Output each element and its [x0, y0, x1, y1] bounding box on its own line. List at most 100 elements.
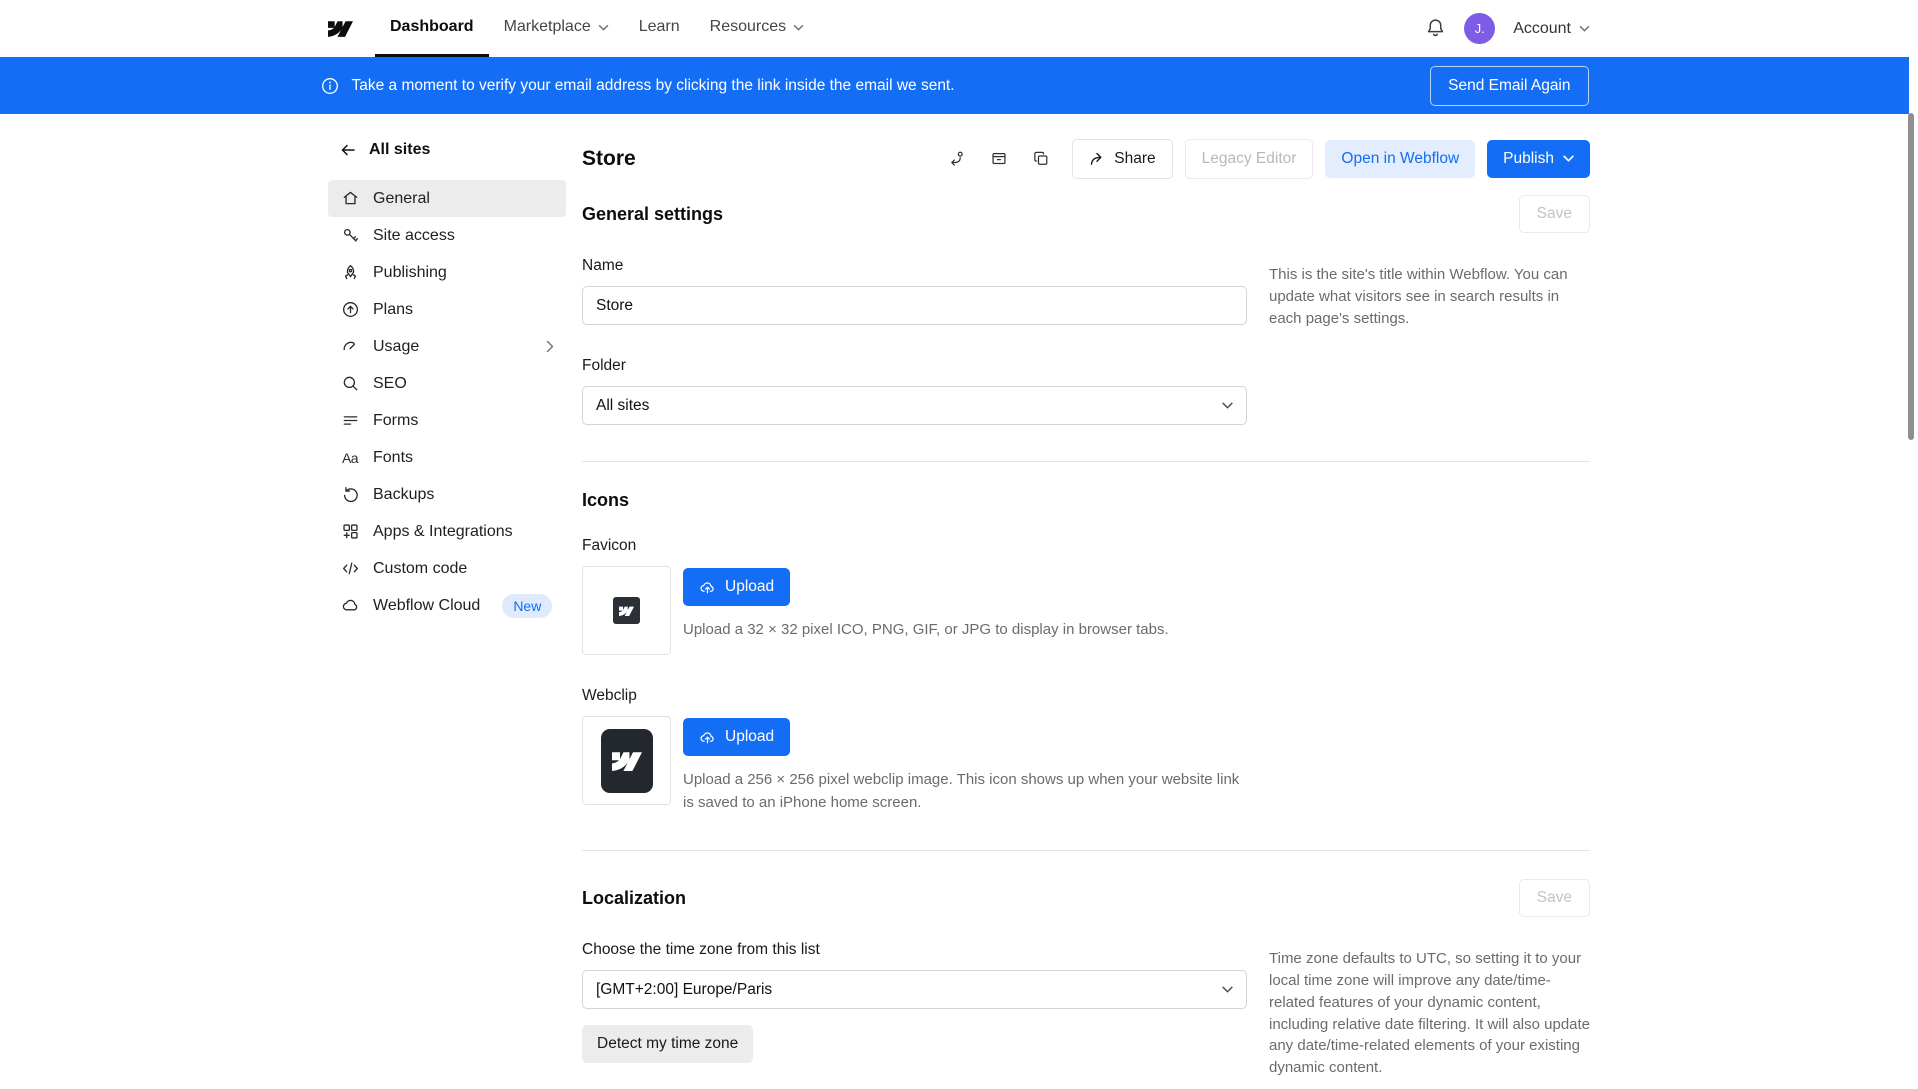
webflow-logo-icon[interactable]: [328, 0, 353, 57]
webclip-label: Webclip: [582, 687, 1590, 705]
key-icon: [340, 226, 360, 246]
sidebar-item-label: Webflow Cloud: [373, 597, 480, 615]
sidebar-item-webflow-cloud[interactable]: Webflow Cloud New: [328, 587, 566, 624]
detect-timezone-button[interactable]: Detect my time zone: [582, 1025, 753, 1063]
favicon-preview: [582, 566, 671, 655]
arrow-up-circle-icon: [340, 300, 360, 320]
sidebar-item-label: Apps & Integrations: [373, 523, 513, 541]
sidebar-item-apps-integrations[interactable]: Apps & Integrations: [328, 513, 566, 550]
favicon-image: [613, 597, 640, 624]
chevron-right-icon: [546, 340, 554, 353]
grid-plus-icon: [340, 522, 360, 542]
upload-cloud-icon: [699, 729, 716, 746]
nav-label: Marketplace: [504, 18, 591, 36]
avatar[interactable]: J.: [1464, 13, 1495, 44]
nav-label: Resources: [710, 18, 786, 36]
fonts-icon: Aa: [340, 448, 360, 468]
webclip-upload-button[interactable]: Upload: [683, 718, 790, 756]
favicon-label: Favicon: [582, 537, 1590, 555]
sidebar-item-fonts[interactable]: Aa Fonts: [328, 439, 566, 476]
webclip-help-text: Upload a 256 × 256 pixel webclip image. …: [683, 769, 1245, 814]
sidebar-item-backups[interactable]: Backups: [328, 476, 566, 513]
nav-label: Learn: [639, 18, 680, 36]
nav-tab-resources[interactable]: Resources: [695, 0, 819, 57]
site-name-input[interactable]: [582, 286, 1247, 325]
settings-main-panel: Store Share Legacy Editor Open in Webflo…: [582, 136, 1590, 1089]
duplicate-icon[interactable]: [1026, 144, 1056, 174]
sidebar-item-general[interactable]: General: [328, 180, 566, 217]
top-navigation: Dashboard Marketplace Learn Resources J.…: [0, 0, 1918, 57]
info-icon: [321, 77, 339, 95]
sidebar-item-label: General: [373, 190, 430, 208]
nav-tab-learn[interactable]: Learn: [624, 0, 695, 57]
sidebar-item-forms[interactable]: Forms: [328, 402, 566, 439]
section-divider: [582, 461, 1590, 462]
avatar-initials: J.: [1475, 22, 1485, 36]
nav-tab-marketplace[interactable]: Marketplace: [489, 0, 624, 57]
sidebar-item-label: Custom code: [373, 560, 467, 578]
share-icon: [1089, 151, 1105, 167]
favicon-help-text: Upload a 32 × 32 pixel ICO, PNG, GIF, or…: [683, 619, 1169, 642]
sidebar-item-label: Site access: [373, 227, 455, 245]
upload-cloud-icon: [699, 579, 716, 596]
timezone-select[interactable]: [GMT+2:00] Europe/Paris: [582, 970, 1247, 1009]
account-menu[interactable]: Account: [1513, 20, 1590, 38]
scrollbar-thumb[interactable]: [1908, 113, 1914, 440]
sidebar-item-label: Usage: [373, 338, 419, 356]
page-title: Store: [582, 147, 636, 171]
sidebar-item-plans[interactable]: Plans: [328, 291, 566, 328]
rocket-icon: [340, 263, 360, 283]
timezone-label: Choose the time zone from this list: [582, 941, 1247, 959]
chevron-down-icon: [1222, 986, 1233, 993]
back-to-all-sites[interactable]: All sites: [328, 136, 566, 164]
arrow-left-icon: [338, 140, 358, 160]
sidebar-item-label: Plans: [373, 301, 413, 319]
sidebar-item-site-access[interactable]: Site access: [328, 217, 566, 254]
code-icon: [340, 559, 360, 579]
open-in-webflow-button[interactable]: Open in Webflow: [1325, 140, 1475, 178]
sidebar-item-label: Publishing: [373, 264, 447, 282]
chevron-down-icon: [1563, 155, 1574, 162]
name-label: Name: [582, 257, 1247, 275]
share-button[interactable]: Share: [1072, 139, 1172, 179]
search-icon: [340, 374, 360, 394]
lines-icon: [340, 411, 360, 431]
chevron-down-icon: [793, 24, 804, 31]
notifications-bell-icon[interactable]: [1425, 18, 1446, 39]
transfer-site-icon[interactable]: [942, 144, 972, 174]
nav-tab-dashboard[interactable]: Dashboard: [375, 0, 489, 57]
localization-save-button[interactable]: Save: [1519, 879, 1590, 917]
back-label: All sites: [369, 141, 430, 159]
folder-label: Folder: [582, 357, 1247, 375]
chevron-down-icon: [1222, 402, 1233, 409]
name-help-text: This is the site's title within Webflow.…: [1269, 257, 1590, 329]
general-save-button[interactable]: Save: [1519, 195, 1590, 233]
email-verification-banner: Take a moment to verify your email addre…: [0, 57, 1909, 114]
sidebar-item-publishing[interactable]: Publishing: [328, 254, 566, 291]
banner-message: Take a moment to verify your email addre…: [352, 77, 955, 95]
account-label: Account: [1513, 20, 1571, 38]
legacy-editor-button[interactable]: Legacy Editor: [1185, 139, 1314, 179]
gauge-icon: [340, 337, 360, 357]
localization-heading: Localization: [582, 888, 686, 909]
publish-button[interactable]: Publish: [1487, 140, 1590, 178]
folder-select[interactable]: All sites: [582, 386, 1247, 425]
sidebar-item-usage[interactable]: Usage: [328, 328, 566, 365]
timezone-help-text: Time zone defaults to UTC, so setting it…: [1269, 941, 1590, 1079]
folder-selected-value: All sites: [596, 397, 649, 415]
section-divider: [582, 850, 1590, 851]
send-email-again-button[interactable]: Send Email Again: [1430, 66, 1588, 106]
favicon-upload-button[interactable]: Upload: [683, 568, 790, 606]
icons-heading: Icons: [582, 490, 629, 511]
archive-icon[interactable]: [984, 144, 1014, 174]
webclip-preview: [582, 716, 671, 805]
timezone-selected-value: [GMT+2:00] Europe/Paris: [596, 981, 772, 999]
sidebar-item-label: Backups: [373, 486, 434, 504]
sidebar-item-label: Fonts: [373, 449, 413, 467]
chevron-down-icon: [1579, 25, 1590, 32]
nav-label: Dashboard: [390, 18, 474, 36]
sidebar-item-custom-code[interactable]: Custom code: [328, 550, 566, 587]
new-badge: New: [502, 594, 552, 618]
settings-sidebar: All sites General Site access Publishing…: [328, 136, 566, 1089]
sidebar-item-seo[interactable]: SEO: [328, 365, 566, 402]
